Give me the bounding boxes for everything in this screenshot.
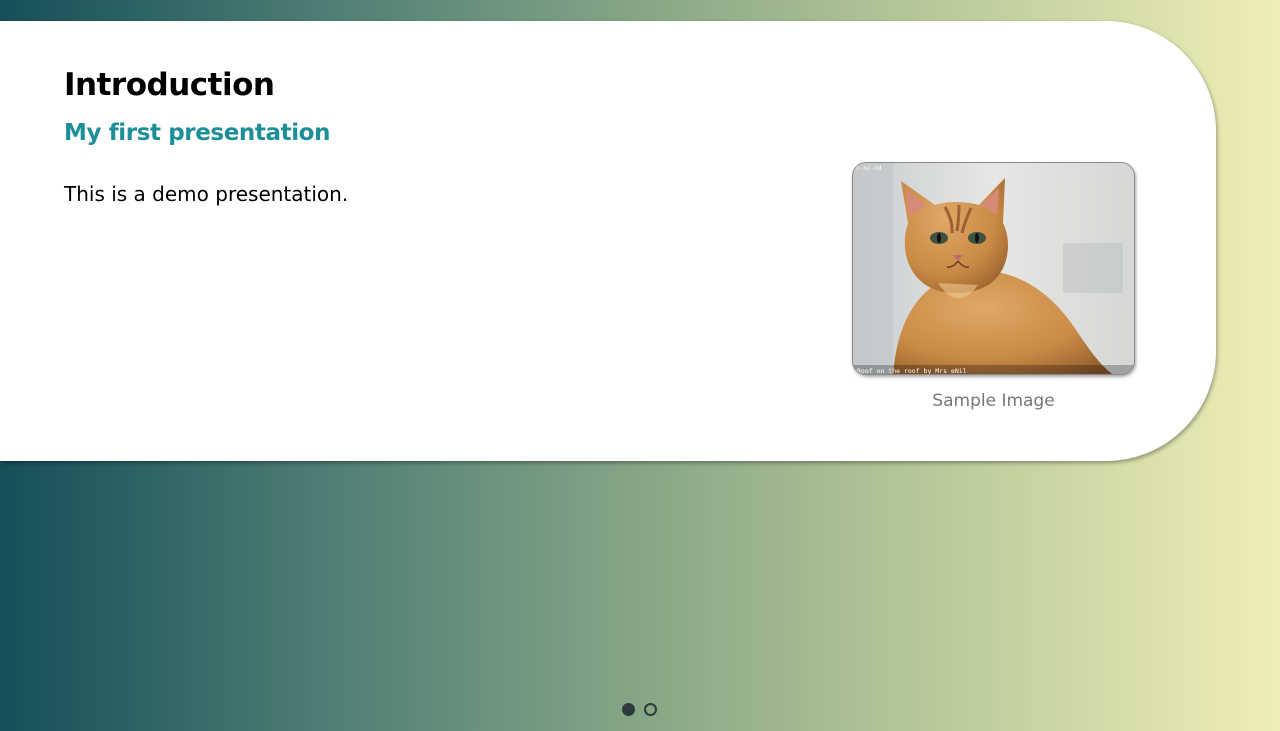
slide-subtitle: My first presentation: [64, 120, 331, 146]
figure: c-nc-nd Roof on the roof by Mrs eNil Sam…: [852, 162, 1135, 412]
pager-dot-2[interactable]: [644, 703, 657, 716]
cat-image: c-nc-nd Roof on the roof by Mrs eNil: [852, 162, 1135, 375]
slide-title: Introduction: [64, 67, 275, 103]
slide-body-text: This is a demo presentation.: [64, 182, 349, 206]
pager-dot-1[interactable]: [622, 703, 635, 716]
slide-pager: [622, 703, 657, 716]
watermark-top: c-nc-nd: [856, 165, 882, 172]
figure-caption: Sample Image: [932, 391, 1055, 411]
watermark-bottom: Roof on the roof by Mrs eNil: [857, 367, 967, 375]
slide-card: Introduction My first presentation This …: [0, 21, 1216, 461]
